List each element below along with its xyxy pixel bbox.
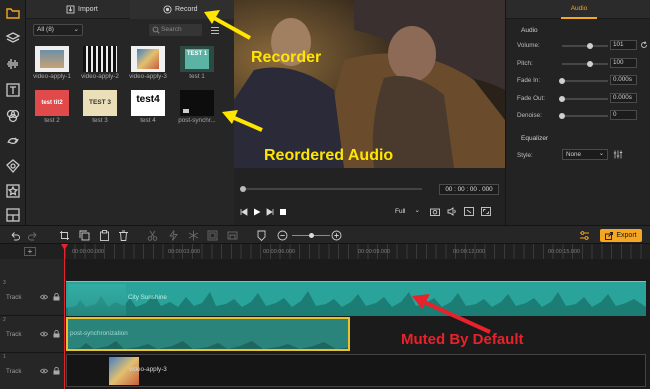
annotation-recorder: Recorder	[251, 49, 322, 66]
annotation-reordered-audio: Reordered Audio	[264, 147, 394, 164]
annotation-muted-by-default: Muted By Default	[401, 331, 524, 348]
annotation-arrows	[204, 10, 491, 334]
